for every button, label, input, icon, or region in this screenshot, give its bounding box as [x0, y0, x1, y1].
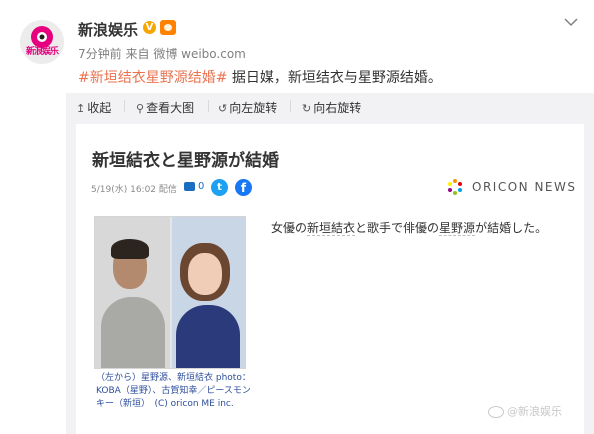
article-date: 5/19(水) 16:02 配信	[91, 185, 177, 195]
rotate-left-button[interactable]: ↺ 向左旋转	[218, 99, 277, 116]
body-text-segment: が結婚した。	[475, 221, 548, 235]
watermark: @新浪娱乐	[488, 403, 562, 419]
person-name-link: 新垣結衣	[307, 221, 356, 236]
toolbar-divider	[290, 100, 291, 112]
article-title: 新垣結衣と星野源が結婚	[92, 151, 279, 171]
view-large-label: 查看大图	[146, 101, 195, 115]
photo-woman	[172, 217, 245, 368]
avatar-logo-text: 新浪娱乐	[25, 47, 59, 57]
post-body: 据日媒，新垣结衣与星野源结婚。	[227, 70, 442, 86]
rotate-left-icon: ↺	[218, 102, 228, 115]
avatar-logo-icon	[20, 20, 64, 64]
source-prefix: 来自	[125, 47, 150, 61]
person-name-link: 星野源	[439, 221, 476, 236]
comment-icon	[184, 182, 195, 191]
chevron-down-icon[interactable]	[564, 16, 578, 27]
facebook-icon: f	[235, 179, 252, 196]
article-body: 女優の新垣結衣と歌手で俳優の星野源が結婚した。	[271, 219, 547, 236]
hashtag-link[interactable]: #新垣结衣星野源结婚#	[78, 70, 227, 86]
article-photo	[94, 216, 246, 369]
verified-badge-icon: V	[143, 21, 156, 34]
body-text-segment: 女優の	[271, 221, 308, 235]
vip-badge-icon	[160, 20, 176, 35]
post-meta: 7分钟前 来自 微博 weibo.com	[78, 45, 246, 62]
rotate-left-label: 向左旋转	[229, 101, 278, 115]
avatar[interactable]: 新浪娱乐	[20, 20, 64, 64]
collapse-icon: ↥	[76, 102, 86, 115]
weibo-icon	[488, 406, 504, 418]
collapse-button[interactable]: ↥ 收起	[76, 99, 111, 116]
oricon-logo-icon	[448, 179, 462, 195]
post-source[interactable]: 微博 weibo.com	[153, 47, 246, 61]
body-text-segment: と歌手で俳優の	[355, 221, 440, 235]
comment-count: 0	[198, 181, 205, 192]
rotate-right-icon: ↻	[302, 102, 312, 115]
post-time[interactable]: 7分钟前	[78, 47, 122, 61]
photo-man	[95, 217, 170, 368]
twitter-icon: t	[211, 179, 228, 196]
photo-caption: （左から）星野源、新垣結衣 photo：KOBA（星野）、古賀知幸／ピースモンキ…	[96, 373, 251, 409]
rotate-right-label: 向右旋转	[313, 101, 362, 115]
magnifier-icon: ⚲	[136, 102, 145, 115]
toolbar-divider	[208, 100, 209, 112]
author-name[interactable]: 新浪娱乐	[78, 19, 138, 40]
brand-name: ORICON NEWS	[472, 180, 577, 194]
view-large-button[interactable]: ⚲ 查看大图	[136, 99, 194, 116]
watermark-text: @新浪娱乐	[507, 405, 562, 418]
toolbar-divider	[124, 100, 125, 112]
collapse-label: 收起	[87, 101, 112, 115]
post-text: #新垣结衣星野源结婚# 据日媒，新垣结衣与星野源结婚。	[78, 67, 442, 87]
rotate-right-button[interactable]: ↻ 向右旋转	[302, 99, 361, 116]
